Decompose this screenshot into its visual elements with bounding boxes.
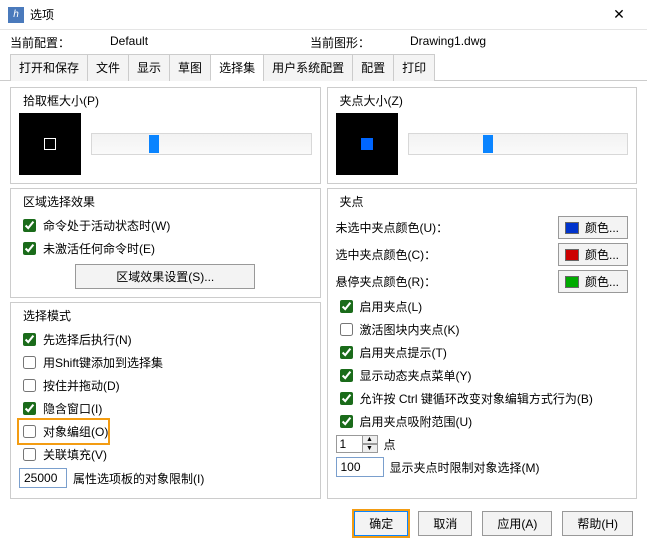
group-pickbox-title: 拾取框大小(P)	[19, 92, 103, 109]
chk-snap-range-label: 启用夹点吸附范围(U)	[360, 413, 473, 430]
profile-label: 当前配置：	[10, 34, 110, 51]
gripsize-preview	[336, 113, 398, 175]
drawing-label: 当前图形：	[310, 34, 410, 51]
chk-block-grips[interactable]	[340, 323, 353, 336]
palette-limit-label: 属性选项板的对象限制(I)	[73, 470, 204, 487]
chk-press-drag[interactable]	[23, 379, 36, 392]
pickbox-slider[interactable]	[91, 133, 312, 155]
drawing-value: Drawing1.dwg	[410, 34, 486, 51]
chk-dyn-menu[interactable]	[340, 369, 353, 382]
close-button[interactable]: ✕	[599, 6, 639, 23]
tab-3[interactable]: 草图	[169, 54, 211, 81]
tab-1[interactable]: 文件	[87, 54, 129, 81]
app-icon: h	[8, 7, 24, 23]
group-pickbox: 拾取框大小(P)	[10, 87, 321, 184]
chk-nounverb-label: 先选择后执行(N)	[43, 331, 132, 348]
unsel-color-label: 未选中夹点颜色(U)：	[336, 219, 553, 236]
group-grips: 夹点 未选中夹点颜色(U)： 颜色... 选中夹点颜色(C)： 颜色... 悬停…	[327, 188, 638, 499]
pickbox-preview	[19, 113, 81, 175]
chk-assoc-hatch-label: 关联填充(V)	[43, 446, 107, 463]
region-settings-button[interactable]: 区域效果设置(S)...	[75, 264, 255, 289]
tab-7[interactable]: 打印	[393, 54, 435, 81]
profile-value: Default	[110, 34, 310, 51]
snap-range-suffix: 点	[384, 436, 396, 453]
chk-implied-window-label: 隐含窗口(I)	[43, 400, 102, 417]
spinner-down[interactable]: ▼	[362, 444, 378, 453]
color-text-1: 颜色...	[585, 219, 619, 236]
chk-active-cmd-label: 命令处于活动状态时(W)	[43, 217, 170, 234]
tab-bar: 打开和保存文件显示草图选择集用户系统配置配置打印	[0, 53, 647, 81]
chk-enable-grips-label: 启用夹点(L)	[360, 298, 423, 315]
group-select-mode: 选择模式 先选择后执行(N) 用Shift键添加到选择集 按住并拖动(D) 隐含…	[10, 302, 321, 499]
snap-range-spinner[interactable]: ▲▼	[336, 435, 378, 453]
group-region-effect: 区域选择效果 命令处于活动状态时(W) 未激活任何命令时(E) 区域效果设置(S…	[10, 188, 321, 298]
window-title: 选项	[30, 6, 599, 23]
chk-press-drag-label: 按住并拖动(D)	[43, 377, 120, 394]
color-text-2: 颜色...	[585, 246, 619, 263]
help-button[interactable]: 帮助(H)	[562, 511, 633, 536]
group-region-title: 区域选择效果	[19, 193, 99, 210]
spinner-up[interactable]: ▲	[362, 435, 378, 444]
palette-limit-input[interactable]	[19, 468, 67, 488]
apply-button[interactable]: 应用(A)	[482, 511, 552, 536]
chk-idle-cmd-label: 未激活任何命令时(E)	[43, 240, 155, 257]
grip-threshold-label: 显示夹点时限制对象选择(M)	[390, 459, 540, 476]
swatch-unsel	[565, 222, 579, 234]
group-grips-title: 夹点	[336, 193, 368, 210]
hover-color-label: 悬停夹点颜色(R)：	[336, 273, 553, 290]
chk-snap-range[interactable]	[340, 415, 353, 428]
cancel-button[interactable]: 取消	[418, 511, 472, 536]
chk-grip-tips-label: 启用夹点提示(T)	[360, 344, 447, 361]
chk-grip-tips[interactable]	[340, 346, 353, 359]
chk-object-group[interactable]	[23, 425, 36, 438]
group-gripsize-title: 夹点大小(Z)	[336, 92, 407, 109]
chk-object-group-label: 对象编组(O)	[43, 423, 108, 440]
group-gripsize: 夹点大小(Z)	[327, 87, 638, 184]
chk-nounverb[interactable]	[23, 333, 36, 346]
chk-shift-add[interactable]	[23, 356, 36, 369]
tab-4[interactable]: 选择集	[210, 54, 264, 81]
hover-color-button[interactable]: 颜色...	[558, 270, 628, 293]
chk-shift-add-label: 用Shift键添加到选择集	[43, 354, 163, 371]
chk-assoc-hatch[interactable]	[23, 448, 36, 461]
color-text-3: 颜色...	[585, 273, 619, 290]
chk-dyn-menu-label: 显示动态夹点菜单(Y)	[360, 367, 472, 384]
ok-button[interactable]: 确定	[354, 511, 408, 536]
snap-range-value[interactable]	[336, 435, 362, 453]
tab-5[interactable]: 用户系统配置	[263, 54, 353, 81]
chk-enable-grips[interactable]	[340, 300, 353, 313]
chk-block-grips-label: 激活图块内夹点(K)	[360, 321, 460, 338]
sel-color-label: 选中夹点颜色(C)：	[336, 246, 553, 263]
tab-0[interactable]: 打开和保存	[10, 54, 88, 81]
grip-threshold-input[interactable]	[336, 457, 384, 477]
chk-ctrl-cycle[interactable]	[340, 392, 353, 405]
gripsize-slider[interactable]	[408, 133, 629, 155]
group-select-mode-title: 选择模式	[19, 307, 75, 324]
chk-ctrl-cycle-label: 允许按 Ctrl 键循环改变对象编辑方式行为(B)	[360, 390, 593, 407]
swatch-hover	[565, 276, 579, 288]
tab-2[interactable]: 显示	[128, 54, 170, 81]
chk-idle-cmd[interactable]	[23, 242, 36, 255]
tab-6[interactable]: 配置	[352, 54, 394, 81]
sel-color-button[interactable]: 颜色...	[558, 243, 628, 266]
chk-active-cmd[interactable]	[23, 219, 36, 232]
swatch-sel	[565, 249, 579, 261]
unsel-color-button[interactable]: 颜色...	[558, 216, 628, 239]
chk-implied-window[interactable]	[23, 402, 36, 415]
